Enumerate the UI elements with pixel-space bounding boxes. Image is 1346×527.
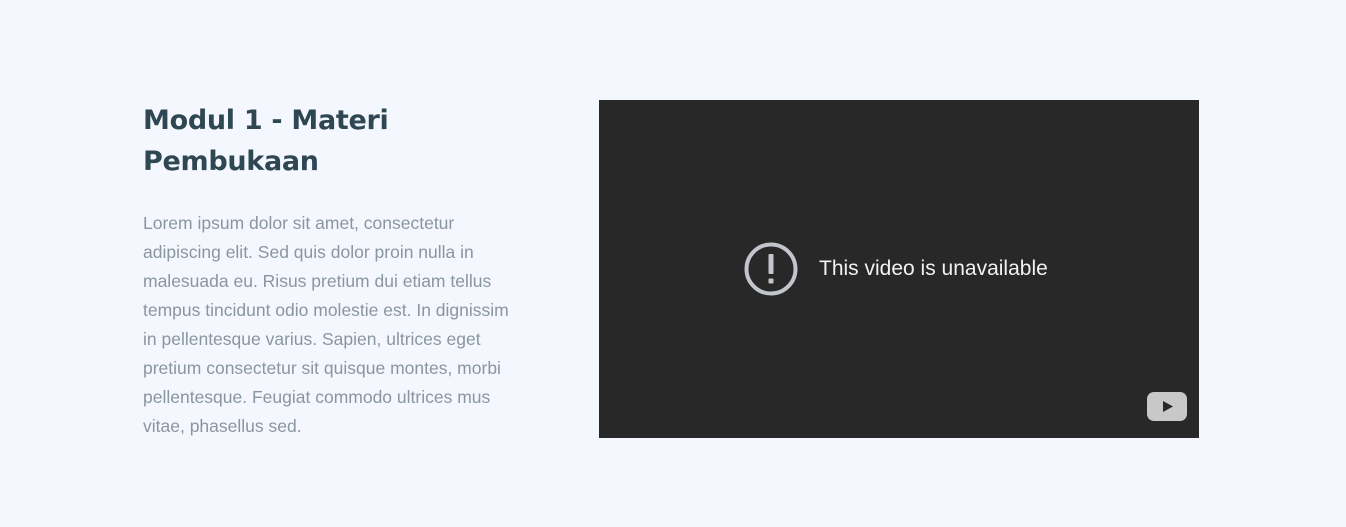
module-description: Lorem ipsum dolor sit amet, consectetur … — [143, 213, 509, 436]
video-unavailable-text: This video is unavailable — [819, 257, 1048, 280]
module-title: Modul 1 - Materi Pembukaan — [143, 105, 389, 177]
module-section: Modul 1 - Materi Pembukaan Lorem ipsum d… — [0, 0, 1346, 527]
video-player[interactable]: This video is unavailable — [599, 100, 1199, 438]
youtube-logo-icon[interactable] — [1147, 392, 1187, 421]
video-unavailable-message: This video is unavailable — [744, 241, 1048, 297]
module-text-column: Modul 1 - Materi Pembukaan Lorem ipsum d… — [143, 100, 523, 441]
exclamation-circle-icon — [744, 242, 798, 296]
